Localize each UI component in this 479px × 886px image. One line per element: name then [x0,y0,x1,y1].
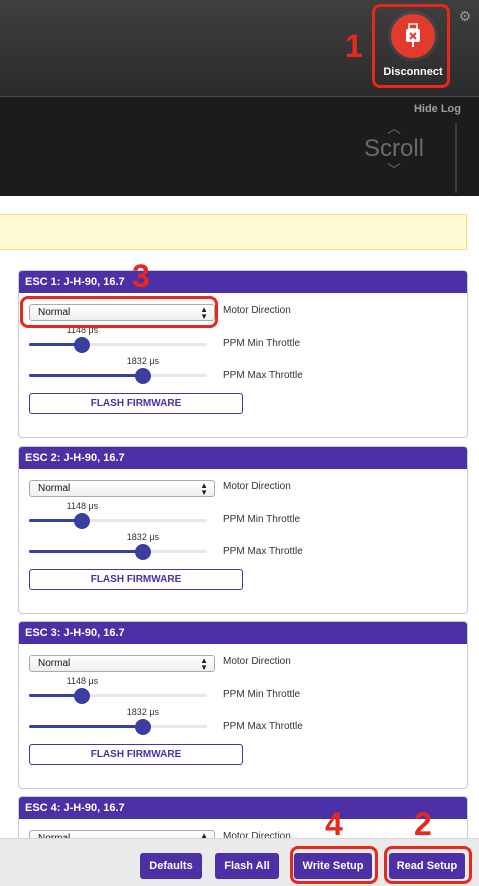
ppm-min-label: PPM Min Throttle [223,689,301,700]
motor-direction-label: Motor Direction [223,481,291,492]
ppm-min-value: 1148 μs [66,501,99,511]
log-panel: Hide Log ︿ Scroll ﹀ [0,96,479,196]
ppm-max-label: PPM Max Throttle [223,546,303,557]
esc-title: ESC 3: J-H-90, 16.7 [19,622,467,644]
log-scrollbar[interactable] [455,123,457,193]
esc-panel-3: ESC 3: J-H-90, 16.7 Normal ▲ ▼ Motor Dire… [18,621,468,789]
esc-title: ESC 1: J-H-90, 16.7 [19,271,467,293]
esc-title: ESC 4: J-H-90, 16.7 [19,797,467,819]
slider-handle[interactable] [134,544,151,560]
slider-handle[interactable] [134,368,151,384]
motor-direction-label: Motor Direction [223,305,291,316]
annotation-number-1: 1 [345,28,363,64]
hide-log-button[interactable]: Hide Log [414,103,461,115]
annotation-number-2: 2 [414,806,432,842]
chevron-down-icon: ﹀ [387,162,401,178]
flash-firmware-button[interactable]: FLASH FIRMWARE [29,393,243,414]
ppm-max-slider[interactable]: 1832 μs [29,707,207,735]
scroll-label: Scroll [363,135,424,162]
slider-handle[interactable] [134,719,151,735]
esc-panel-2: ESC 2: J-H-90, 16.7 Normal ▲ ▼ Motor Dire… [18,446,468,614]
select-arrows-icon: ▲▼ [200,481,208,497]
ppm-max-value: 1832 μs [126,707,160,717]
ppm-max-slider[interactable]: 1832 μs [29,532,207,560]
esc-title: ESC 2: J-H-90, 16.7 [19,447,467,469]
motor-direction-label: Motor Direction [223,656,291,667]
ppm-min-slider[interactable]: 1148 μs [29,676,207,704]
motor-direction-select[interactable]: Normal ▲▼ [29,655,215,672]
notice-banner [0,214,467,250]
flash-firmware-button[interactable]: FLASH FIRMWARE [29,744,243,765]
annotation-number-4: 4 [325,806,343,842]
slider-handle[interactable] [74,513,91,529]
ppm-min-value: 1148 μs [66,676,99,686]
annotation-box-2 [384,846,472,884]
slider-handle[interactable] [74,688,91,704]
scroll-toggle[interactable]: ︿ Scroll ﹀ [354,121,434,193]
motor-direction-value: Normal [38,658,71,669]
annotation-box-4 [290,846,378,884]
annotation-box-3 [20,296,218,328]
ppm-min-slider[interactable]: 1148 μs [29,325,207,353]
defaults-button[interactable]: Defaults [140,853,202,879]
chevron-up-icon: ︿ [387,120,401,136]
ppm-min-label: PPM Min Throttle [223,338,301,349]
ppm-max-value: 1832 μs [126,356,160,366]
ppm-max-label: PPM Max Throttle [223,721,303,732]
annotation-box-1 [372,4,450,88]
motor-direction-value: Normal [38,483,71,494]
flash-firmware-button[interactable]: FLASH FIRMWARE [29,569,243,590]
ppm-max-label: PPM Max Throttle [223,370,303,381]
ppm-max-value: 1832 μs [126,532,160,542]
ppm-min-slider[interactable]: 1148 μs [29,501,207,529]
flash-all-button[interactable]: Flash All [215,853,279,879]
slider-handle[interactable] [74,337,91,353]
ppm-max-slider[interactable]: 1832 μs [29,356,207,384]
gear-icon[interactable]: ⚙ [457,8,473,24]
ppm-min-label: PPM Min Throttle [223,514,301,525]
select-arrows-icon: ▲▼ [200,656,208,672]
motor-direction-select[interactable]: Normal ▲▼ [29,480,215,497]
annotation-number-3: 3 [132,258,150,294]
